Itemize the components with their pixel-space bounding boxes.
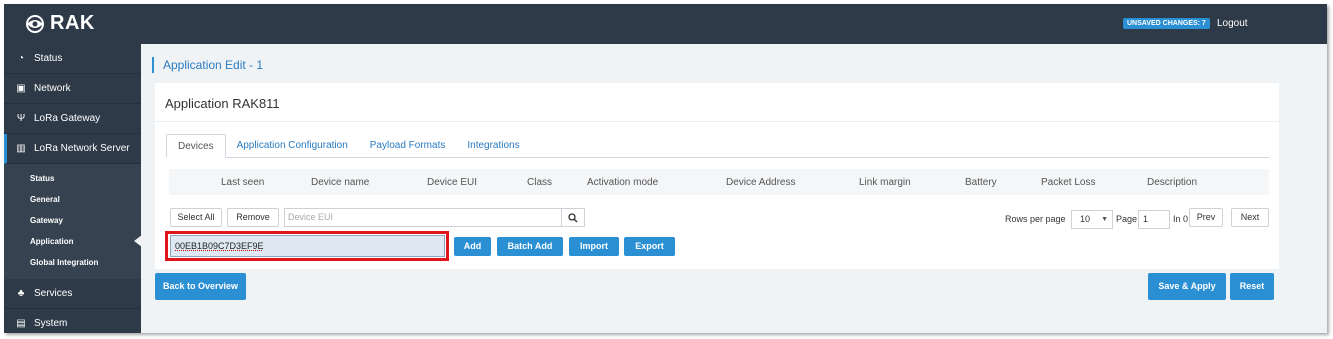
prev-button[interactable]: Prev (1189, 208, 1223, 227)
column-header[interactable]: Last seen (221, 177, 264, 188)
sidebar-item-label: Services (34, 288, 73, 299)
divider (155, 121, 1279, 122)
antenna-icon: Ψ (16, 113, 26, 124)
submenu-item-gateway[interactable]: Gateway (4, 210, 141, 231)
tab-payload-formats[interactable]: Payload Formats (359, 134, 457, 158)
network-icon: ▣ (16, 83, 26, 94)
lora-network-server-submenu: Status General Gateway Application Globa… (4, 164, 142, 279)
remove-button[interactable]: Remove (227, 208, 279, 227)
page-label: Page (1116, 214, 1138, 224)
sidebar-item-services[interactable]: ♣ Services (4, 279, 141, 309)
sidebar-item-label: LoRa Network Server (34, 143, 130, 154)
import-button[interactable]: Import (569, 237, 619, 256)
column-header[interactable]: Class (527, 177, 552, 188)
column-header[interactable]: Packet Loss (1041, 177, 1095, 188)
hard-drive-icon: ▤ (16, 318, 26, 329)
highlight-box (165, 231, 449, 261)
sidebar-item-system[interactable]: ▤ System (4, 309, 141, 333)
column-header[interactable]: Device EUI (427, 177, 477, 188)
rows-per-page-value: 10 (1080, 214, 1091, 224)
column-header[interactable]: Battery (965, 177, 997, 188)
chevron-down-icon: ▼ (1101, 216, 1108, 223)
tab-bar: Devices Application Configuration Payloa… (166, 134, 1269, 158)
submenu-item-global-integration[interactable]: Global Integration (4, 252, 141, 273)
sidebar-item-status[interactable]: ◔ Status (4, 44, 141, 74)
rows-per-page-label: Rows per page (1005, 214, 1066, 224)
dashboard-icon: ◔ (17, 53, 25, 64)
sidebar-item-label: LoRa Gateway (34, 113, 101, 124)
sidebar: ◔ Status ▣ Network Ψ LoRa Gateway ▥ LoRa… (4, 44, 142, 333)
export-button[interactable]: Export (624, 237, 675, 256)
users-icon: ♣ (17, 288, 25, 299)
column-header[interactable]: Device Address (726, 177, 795, 188)
column-header[interactable]: Device name (311, 177, 369, 188)
application-card: Application RAK811 Devices Application C… (155, 83, 1279, 269)
unsaved-changes-badge[interactable]: UNSAVED CHANGES: 7 (1123, 18, 1210, 29)
sidebar-item-lora-network-server[interactable]: ▥ LoRa Network Server (4, 134, 141, 164)
next-button[interactable]: Next (1231, 208, 1269, 227)
tab-devices[interactable]: Devices (166, 134, 226, 158)
bar-chart-icon: ▥ (16, 143, 26, 154)
column-header[interactable]: Link margin (859, 177, 911, 188)
app-frame: RAK UNSAVED CHANGES: 7 Logout ◔ Status ▣… (4, 4, 1327, 333)
page-title: Application Edit - 1 (152, 57, 263, 73)
sidebar-item-label: Status (34, 53, 63, 64)
submenu-item-status[interactable]: Status (4, 168, 141, 189)
device-eui-search-input[interactable]: Device EUI (284, 208, 562, 227)
top-bar: RAK UNSAVED CHANGES: 7 Logout (4, 4, 1327, 44)
sidebar-item-lora-gateway[interactable]: Ψ LoRa Gateway (4, 104, 141, 134)
search-button[interactable] (561, 208, 585, 227)
back-to-overview-button[interactable]: Back to Overview (155, 273, 246, 300)
batch-add-button[interactable]: Batch Add (497, 237, 563, 256)
page-number-input[interactable]: 1 (1138, 210, 1170, 229)
add-button[interactable]: Add (454, 237, 491, 256)
submenu-item-general[interactable]: General (4, 189, 141, 210)
card-title: Application RAK811 (165, 96, 280, 111)
sidebar-item-label: Network (34, 83, 71, 94)
sidebar-item-label: System (34, 318, 68, 329)
submenu-item-application[interactable]: Application (4, 231, 142, 252)
brand-logo[interactable]: RAK (24, 12, 95, 35)
tab-application-configuration[interactable]: Application Configuration (226, 134, 359, 158)
select-all-button[interactable]: Select All (170, 208, 222, 227)
logout-link[interactable]: Logout (1217, 18, 1248, 29)
devices-table-header: Last seen Device name Device EUI Class A… (169, 169, 1269, 195)
sidebar-item-network[interactable]: ▣ Network (4, 74, 141, 104)
rows-per-page-select[interactable]: 10 ▼ (1071, 210, 1113, 229)
column-header[interactable]: Description (1147, 177, 1197, 188)
save-apply-button[interactable]: Save & Apply (1148, 273, 1226, 300)
rak-logo-icon (26, 14, 44, 33)
tab-integrations[interactable]: Integrations (456, 134, 530, 158)
search-icon (568, 213, 578, 223)
reset-button[interactable]: Reset (1230, 273, 1274, 300)
brand-name: RAK (50, 12, 95, 34)
page-count-label: In 0 (1173, 214, 1189, 224)
column-header[interactable]: Activation mode (587, 177, 658, 188)
